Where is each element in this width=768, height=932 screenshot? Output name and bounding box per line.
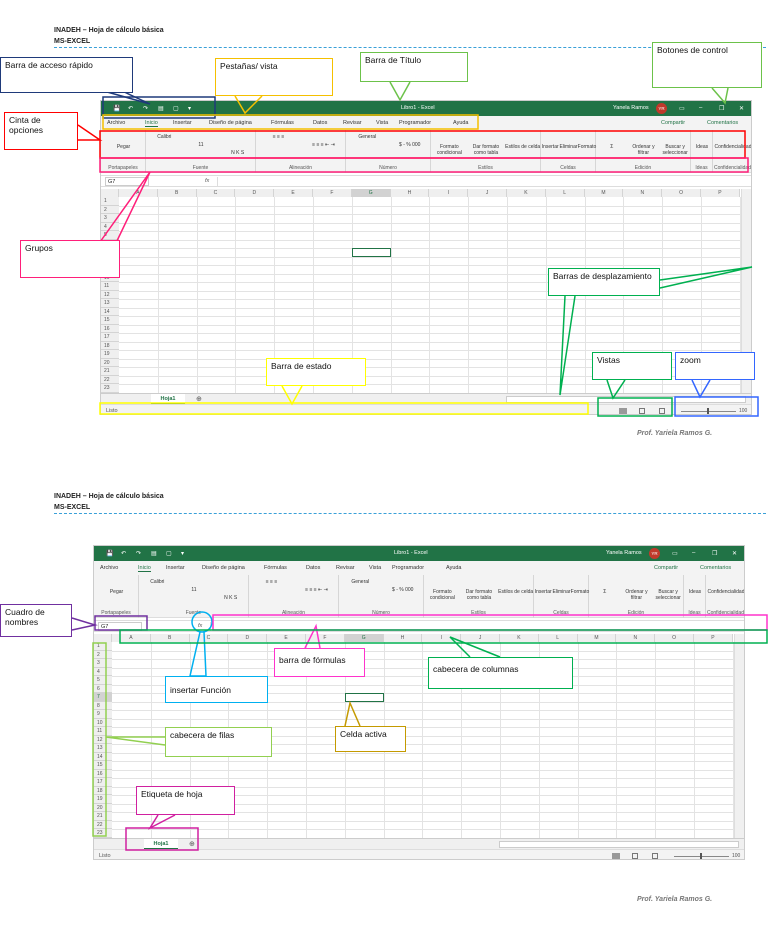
callout-quick-access-toolbar: Barra de acceso rápido [0, 57, 133, 93]
callout-name-box: Cuadro de nombres [0, 604, 72, 637]
callout-column-headers: cabecera de columnas [428, 657, 573, 689]
callout-ribbon: Cinta de opciones [4, 112, 78, 150]
callout-row-headers: cabecera de filas [165, 727, 272, 757]
callout-insert-function: insertar Función [165, 676, 268, 703]
callout-sheet-tab: Etiqueta de hoja [136, 786, 235, 815]
callout-tabs: Pestañas/ vista [215, 58, 333, 96]
callout-zoom: zoom [675, 352, 755, 380]
callout-title-bar: Barra de Título [360, 52, 468, 82]
callout-control-buttons: Botones de control [652, 42, 762, 88]
callout-formula-bar: barra de fórmulas [274, 648, 365, 677]
callout-status-bar: Barra de estado [266, 358, 366, 386]
callout-scrollbars: Barras de desplazamiento [548, 268, 660, 296]
callout-groups: Grupos [20, 240, 120, 278]
callout-active-cell: Celda activa [335, 726, 406, 752]
footer-author-2: Prof. Yariela Ramos G. [637, 896, 713, 903]
callout-pointers [71, 81, 768, 851]
footer-author: Prof. Yariela Ramos G. [637, 430, 713, 437]
callout-views: Vistas [592, 352, 672, 380]
